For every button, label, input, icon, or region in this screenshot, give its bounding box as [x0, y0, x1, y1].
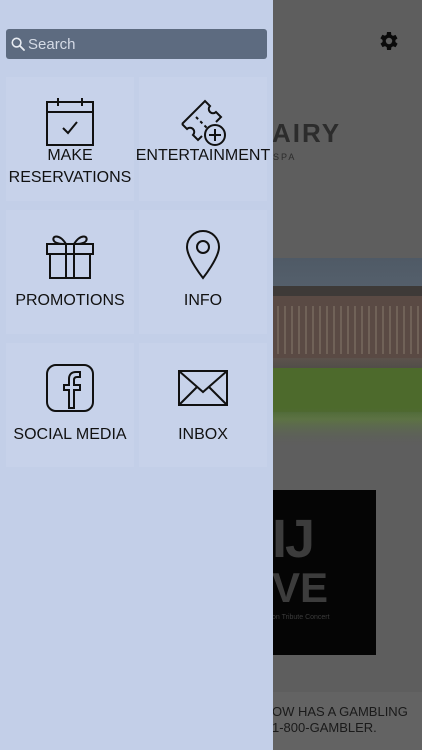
poster-caption: on Tribute Concert — [272, 614, 330, 621]
map-pin-icon — [185, 230, 221, 280]
calendar-check-icon — [46, 98, 94, 146]
footer-line-2: 1-800-GAMBLER. — [272, 720, 377, 735]
menu-item-label: PROMOTIONS — [15, 292, 125, 309]
event-poster[interactable]: IJ VE on Tribute Concert — [272, 490, 376, 655]
facebook-icon — [46, 364, 94, 412]
envelope-icon — [178, 370, 228, 406]
poster-title-line1: IJ — [272, 509, 315, 569]
menu-item-label: ENTERTAINMENT — [135, 147, 271, 164]
search-input[interactable] — [28, 29, 263, 59]
venue-logo-subtitle: SPA — [273, 152, 297, 162]
menu-item-promotions[interactable]: PROMOTIONS — [6, 210, 134, 334]
footer-line-1: OW HAS A GAMBLING — [272, 704, 408, 719]
search-bar[interactable] — [6, 29, 267, 59]
menu-item-label: INBOX — [178, 426, 228, 443]
menu-item-info[interactable]: INFO — [139, 210, 267, 334]
menu-item-label: SOCIAL MEDIA — [13, 426, 127, 443]
search-icon — [11, 37, 25, 51]
side-drawer: MAKE RESERVATIONS ENTERTAINMENT PROMOTIO… — [0, 0, 273, 750]
gear-icon[interactable] — [376, 29, 400, 53]
menu-item-inbox[interactable]: INBOX — [139, 343, 267, 467]
menu-item-label: INFO — [183, 292, 223, 309]
resort-photo — [272, 258, 422, 448]
ticket-plus-icon — [181, 99, 226, 146]
gift-icon — [46, 235, 94, 279]
menu-item-entertainment[interactable]: ENTERTAINMENT — [136, 77, 270, 201]
menu-item-social-media[interactable]: SOCIAL MEDIA — [6, 343, 134, 467]
menu-item-make-reservations[interactable]: MAKE RESERVATIONS — [6, 77, 134, 201]
menu-item-label: MAKE RESERVATIONS — [8, 147, 132, 186]
footer-disclaimer: OW HAS A GAMBLING 1-800-GAMBLER. — [272, 692, 422, 750]
poster-title-line2: VE — [272, 564, 329, 611]
venue-logo: AIRY — [272, 118, 342, 148]
